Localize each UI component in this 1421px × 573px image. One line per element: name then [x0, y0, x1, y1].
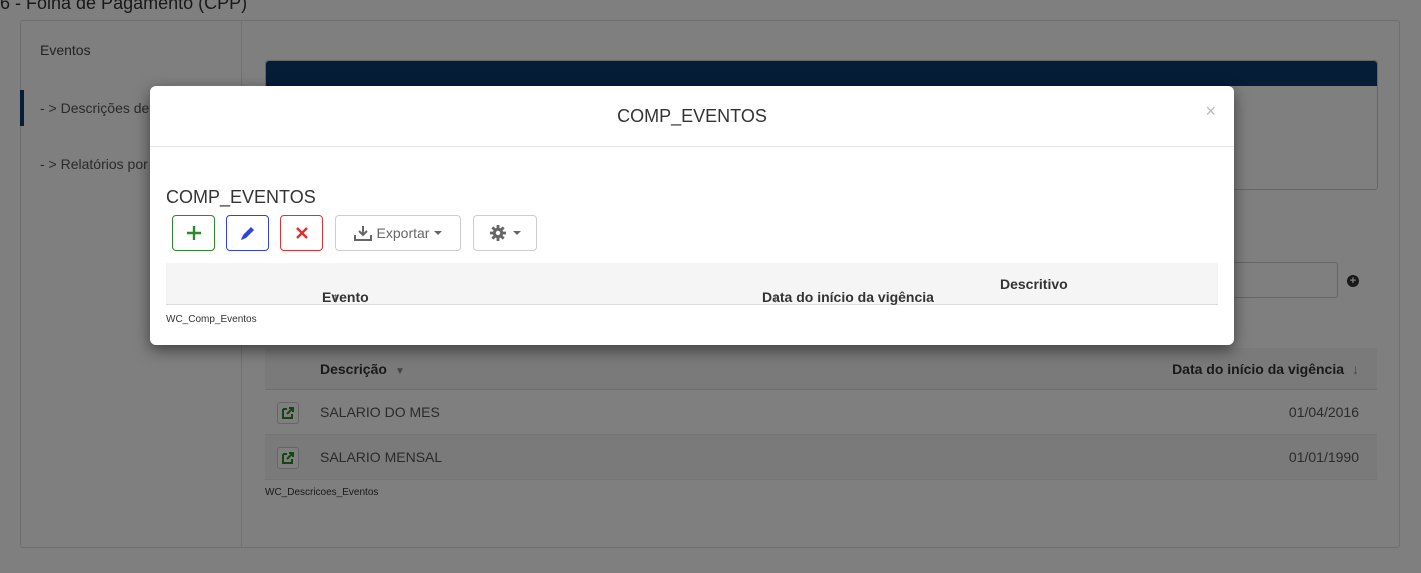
modal-header: COMP_EVENTOS ×: [150, 86, 1234, 147]
chevron-down-icon: [513, 231, 521, 235]
sort-arrow-icon: ↑: [332, 289, 339, 305]
download-icon: [353, 226, 372, 241]
x-icon: [295, 227, 308, 239]
delete-button[interactable]: [280, 215, 323, 251]
export-label: Exportar: [376, 225, 430, 241]
add-button[interactable]: [172, 215, 215, 251]
plus-icon: [186, 226, 201, 240]
column-header-descritivo[interactable]: Descritivo: [1000, 276, 1068, 292]
pencil-icon: [240, 227, 254, 240]
modal-subtitle: COMP_EVENTOS: [166, 187, 316, 207]
chevron-down-icon: [434, 231, 443, 235]
close-icon[interactable]: ×: [1205, 102, 1216, 120]
gear-icon: [490, 225, 506, 241]
modal-title: COMP_EVENTOS: [617, 106, 767, 126]
edit-button[interactable]: [226, 215, 269, 251]
settings-button[interactable]: [473, 215, 537, 251]
sort-arrow-icon: ↑: [772, 289, 779, 305]
modal-table-header: Evento ↑ Data do início da vigência ↑ Desc…: [166, 263, 1218, 305]
table-widget-label: WC_Comp_Eventos: [166, 314, 257, 325]
export-button[interactable]: Exportar: [335, 215, 461, 251]
modal-dialog: COMP_EVENTOS × COMP_EVENTOS Exportar Eve…: [150, 86, 1234, 345]
